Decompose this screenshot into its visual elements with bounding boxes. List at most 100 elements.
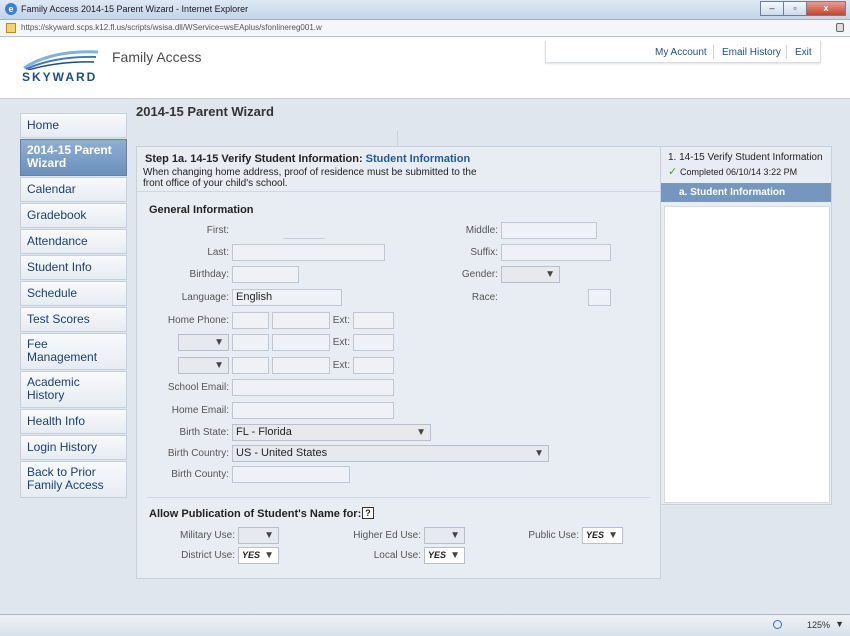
- gender-label: Gender:: [461, 269, 498, 280]
- sidebar-item-attendance[interactable]: Attendance: [20, 229, 127, 254]
- military-use-label: Military Use:: [179, 530, 235, 541]
- chevron-down-icon: ▼: [214, 360, 224, 371]
- phone-type-select[interactable]: ▼: [178, 357, 229, 374]
- close-window-button[interactable]: x: [806, 1, 846, 16]
- ext-label: Ext:: [332, 315, 350, 326]
- chevron-down-icon: ▼: [214, 337, 224, 348]
- substep-student-information[interactable]: a. Student Information: [661, 183, 831, 202]
- sidebar-item-back-to-prior[interactable]: Back to Prior Family Access: [20, 461, 127, 498]
- zoom-level[interactable]: 125%: [807, 620, 830, 630]
- birth-country-value: US - United States: [236, 447, 328, 459]
- top-links: My Account Email History Exit: [545, 41, 821, 63]
- school-email-field[interactable]: [232, 379, 394, 396]
- home-email-field[interactable]: [232, 402, 394, 419]
- local-use-value: YES: [428, 550, 447, 560]
- first-name-value: [283, 238, 325, 239]
- birth-county-field[interactable]: [232, 466, 350, 483]
- phone-number-field[interactable]: [272, 334, 330, 351]
- sidebar-nav: Home 2014-15 Parent Wizard Calendar Grad…: [20, 113, 127, 499]
- phone-number-field[interactable]: [272, 312, 330, 329]
- language-field[interactable]: English: [232, 289, 342, 306]
- maximize-button[interactable]: ▫: [783, 1, 807, 16]
- sidebar-item-gradebook[interactable]: Gradebook: [20, 203, 127, 228]
- page-icon: [6, 23, 16, 33]
- phone-ext-field[interactable]: [353, 357, 394, 374]
- step-heading-link[interactable]: Student Information: [366, 153, 471, 165]
- sidebar-item-schedule[interactable]: Schedule: [20, 281, 127, 306]
- public-use-select[interactable]: YES ▼: [582, 527, 623, 544]
- chevron-down-icon[interactable]: ▼: [835, 619, 844, 629]
- phone-number-field[interactable]: [272, 357, 330, 374]
- race-label: Race:: [471, 292, 498, 303]
- brand-title: Family Access: [112, 49, 202, 65]
- chevron-down-icon: ▼: [450, 550, 460, 561]
- local-use-label: Local Use:: [373, 550, 421, 561]
- birth-state-value: FL - Florida: [236, 426, 292, 438]
- birth-state-select[interactable]: FL - Florida ▼: [232, 424, 431, 441]
- birth-county-label: Birth County:: [171, 469, 229, 480]
- phone-area-field[interactable]: [232, 334, 269, 351]
- district-use-label: District Use:: [181, 550, 235, 561]
- military-use-select[interactable]: ▼: [238, 527, 279, 544]
- completed-timestamp: Completed 06/10/14 3:22 PM: [680, 167, 798, 177]
- sidebar-item-test-scores[interactable]: Test Scores: [20, 307, 127, 332]
- middle-name-field[interactable]: [501, 222, 597, 239]
- publication-title: Allow Publication of Student's Name for:: [149, 508, 362, 520]
- higher-ed-use-label: Higher Ed Use:: [353, 530, 421, 541]
- higher-ed-use-select[interactable]: ▼: [424, 527, 465, 544]
- sidebar-item-login-history[interactable]: Login History: [20, 435, 127, 460]
- last-name-field[interactable]: [232, 244, 385, 261]
- divider: [147, 497, 650, 498]
- page-title: 2014-15 Parent Wizard: [136, 104, 274, 119]
- general-info-title: General Information: [149, 204, 254, 216]
- sidebar-item-student-info[interactable]: Student Info: [20, 255, 127, 280]
- link-divider: [713, 45, 714, 59]
- chevron-down-icon: ▼: [534, 448, 544, 459]
- wizard-form-panel: Step 1a. 14-15 Verify Student Informatio…: [136, 146, 661, 579]
- help-icon[interactable]: ?: [362, 507, 374, 519]
- district-use-value: YES: [242, 550, 261, 560]
- sidebar-item-health-info[interactable]: Health Info: [20, 409, 127, 434]
- ext-label: Ext:: [332, 337, 350, 348]
- phone-type-select[interactable]: ▼: [178, 334, 229, 351]
- race-field[interactable]: [588, 289, 611, 306]
- zoom-icon[interactable]: [773, 620, 782, 629]
- email-history-link[interactable]: Email History: [722, 47, 781, 58]
- birth-country-select[interactable]: US - United States ▼: [232, 445, 549, 462]
- address-bar[interactable]: https://skyward.scps.k12.fl.us/scripts/w…: [0, 20, 850, 37]
- step-title[interactable]: 1. 14-15 Verify Student Information: [668, 152, 823, 163]
- step-heading-text: Step 1a. 14-15 Verify Student Informatio…: [145, 153, 363, 165]
- status-bar: 125% ▼: [0, 614, 850, 636]
- district-use-select[interactable]: YES ▼: [238, 547, 279, 564]
- ie-app-icon: e: [5, 3, 17, 15]
- ext-label: Ext:: [332, 360, 350, 371]
- logo-swoosh-icon: [23, 50, 99, 70]
- birth-state-label: Birth State:: [179, 427, 229, 438]
- sidebar-item-fee-management[interactable]: Fee Management: [20, 333, 127, 370]
- chevron-down-icon: ▼: [450, 530, 460, 541]
- minimize-button[interactable]: –: [760, 1, 784, 16]
- suffix-field[interactable]: [501, 244, 611, 261]
- my-account-link[interactable]: My Account: [655, 47, 707, 58]
- phone-area-field[interactable]: [232, 312, 269, 329]
- phone-ext-field[interactable]: [353, 312, 394, 329]
- phone-ext-field[interactable]: [353, 334, 394, 351]
- sidebar-item-academic-history[interactable]: Academic History: [20, 371, 127, 408]
- wizard-tabstrip: [136, 131, 398, 147]
- gender-select[interactable]: ▼: [501, 266, 560, 283]
- sidebar-item-home[interactable]: Home: [20, 113, 127, 138]
- birthday-field[interactable]: [232, 266, 299, 283]
- middle-label: Middle:: [465, 225, 498, 236]
- chevron-down-icon: ▼: [264, 530, 274, 541]
- url-text[interactable]: https://skyward.scps.k12.fl.us/scripts/w…: [21, 23, 322, 32]
- chevron-down-icon: ▼: [416, 427, 426, 438]
- sidebar-item-calendar[interactable]: Calendar: [20, 177, 127, 202]
- sidebar-item-parent-wizard[interactable]: 2014-15 Parent Wizard: [20, 139, 127, 176]
- phone-area-field[interactable]: [232, 357, 269, 374]
- first-label: First:: [206, 225, 229, 236]
- exit-link[interactable]: Exit: [795, 47, 812, 58]
- local-use-select[interactable]: YES ▼: [424, 547, 465, 564]
- chevron-down-icon: ▼: [545, 269, 555, 280]
- public-use-value: YES: [586, 530, 605, 540]
- window-titlebar: e Family Access 2014-15 Parent Wizard - …: [0, 0, 850, 20]
